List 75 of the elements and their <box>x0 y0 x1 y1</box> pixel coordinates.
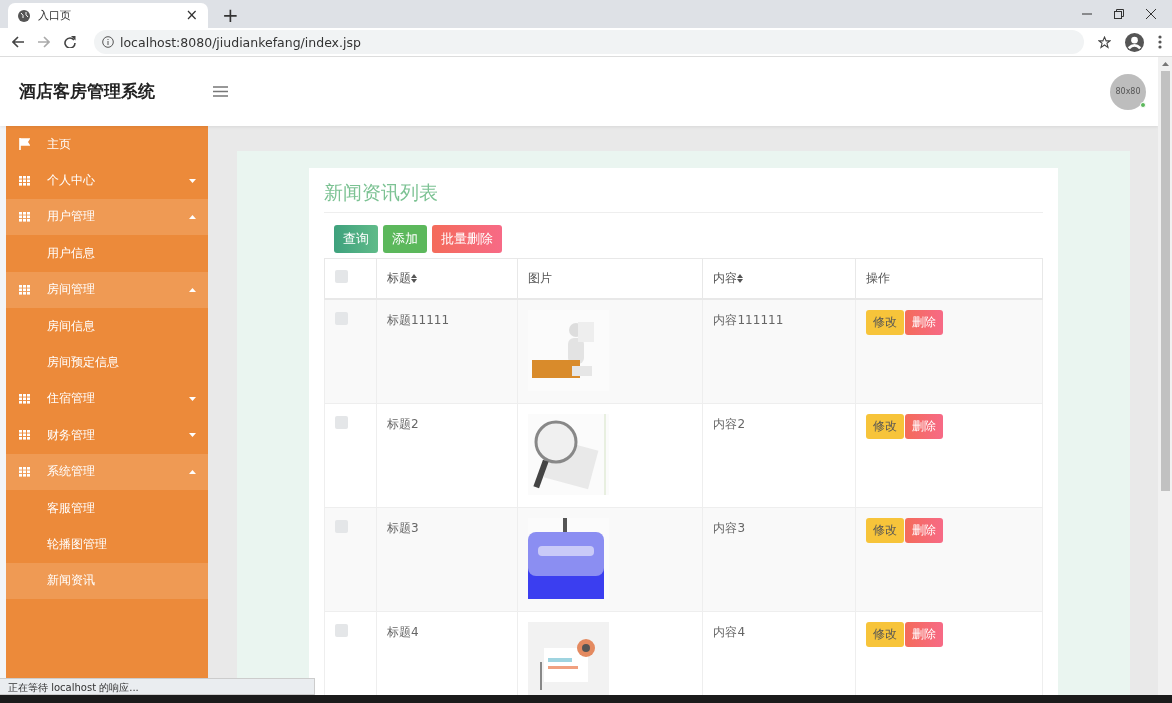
globe-icon <box>18 9 30 22</box>
app-title: 酒店客房管理系统 <box>19 80 156 103</box>
grid-icon <box>19 211 30 222</box>
reload-icon[interactable] <box>64 36 76 48</box>
sidebar-item[interactable]: 房间管理 <box>6 271 208 308</box>
sort-icon[interactable] <box>737 273 744 283</box>
close-icon[interactable] <box>1146 9 1156 19</box>
checkbox[interactable] <box>335 270 348 284</box>
avatar[interactable]: 80x80 <box>1110 73 1146 110</box>
back-icon[interactable] <box>12 36 24 48</box>
sidebar-item[interactable]: 系统管理 <box>6 453 208 490</box>
info-icon <box>102 36 114 48</box>
sidebar-item[interactable]: 主页 <box>6 126 208 163</box>
delete-button[interactable]: 删除 <box>905 517 944 543</box>
address-field[interactable]: localhost:8080/jiudiankefang/index.jsp <box>94 30 1084 54</box>
panel-title: 新闻资讯列表 <box>324 180 1043 213</box>
delete-button[interactable]: 删除 <box>905 309 944 335</box>
grid-icon <box>19 430 30 441</box>
grid-icon <box>19 393 30 404</box>
account-icon[interactable] <box>1125 32 1144 52</box>
table-cell: 标题4 <box>386 624 419 639</box>
sidebar-subitem[interactable]: 房间信息 <box>6 307 208 345</box>
browser-tab[interactable]: 入口页 × <box>8 3 208 28</box>
delete-button[interactable]: 批量删除 <box>432 225 502 253</box>
sidebar-item[interactable]: 用户管理 <box>6 198 208 236</box>
column-header[interactable]: 内容 <box>713 269 744 287</box>
grid-icon <box>19 284 30 295</box>
more-icon[interactable] <box>1158 35 1162 49</box>
delete-button[interactable]: 删除 <box>905 413 944 439</box>
new-tab-button[interactable]: + <box>222 5 239 25</box>
close-tab-button[interactable]: × <box>185 8 198 23</box>
sidebar-subitem[interactable]: 客服管理 <box>6 489 208 527</box>
table-cell: 内容3 <box>713 520 746 535</box>
column-header: 操作 <box>866 269 891 287</box>
table-cell: 标题3 <box>386 520 419 535</box>
sidebar-subitem[interactable]: 房间预定信息 <box>6 344 208 381</box>
sidebar-subitem[interactable]: 轮播图管理 <box>6 526 208 563</box>
caret-icon <box>189 287 196 292</box>
sort-icon[interactable] <box>410 273 417 283</box>
caret-icon <box>189 433 196 438</box>
caret-icon <box>189 178 196 183</box>
status-text: 正在等待 localhost 的响应... <box>0 678 315 695</box>
star-icon[interactable] <box>1098 35 1111 49</box>
grid-icon <box>19 466 30 477</box>
table-cell: 标题2 <box>386 416 419 431</box>
add-button[interactable]: 添加 <box>383 225 427 253</box>
delete-button[interactable]: 删除 <box>905 621 944 647</box>
search-button[interactable]: 查询 <box>334 225 378 253</box>
sidebar-subitem[interactable]: 新闻资讯 <box>6 562 208 600</box>
edit-button[interactable]: 修改 <box>866 621 905 647</box>
sidebar-item[interactable]: 个人中心 <box>6 162 208 199</box>
edit-button[interactable]: 修改 <box>866 309 905 335</box>
sidebar-item[interactable]: 住宿管理 <box>6 380 208 418</box>
restore-icon[interactable] <box>1114 9 1124 19</box>
table-cell: 内容111111 <box>713 312 784 327</box>
table-cell: 内容4 <box>713 624 746 639</box>
checkbox[interactable] <box>335 415 348 429</box>
scroll-up-icon[interactable] <box>1161 62 1169 66</box>
caret-icon <box>189 396 196 401</box>
edit-button[interactable]: 修改 <box>866 413 905 439</box>
caret-icon <box>189 469 196 474</box>
sidebar-subitem[interactable]: 用户信息 <box>6 235 208 272</box>
caret-icon <box>189 214 196 219</box>
edit-button[interactable]: 修改 <box>866 517 905 543</box>
tab-title: 入口页 <box>38 8 72 23</box>
table-cell: 内容2 <box>713 416 746 431</box>
sidebar-item[interactable]: 财务管理 <box>6 417 208 454</box>
forward-icon[interactable] <box>38 36 50 48</box>
checkbox[interactable] <box>335 623 348 637</box>
column-header[interactable]: 标题 <box>386 269 417 287</box>
grid-icon <box>19 175 30 186</box>
menu-icon[interactable] <box>213 86 228 97</box>
flag-icon <box>19 138 30 151</box>
table-cell: 标题11111 <box>386 312 450 327</box>
column-header: 图片 <box>527 269 552 287</box>
